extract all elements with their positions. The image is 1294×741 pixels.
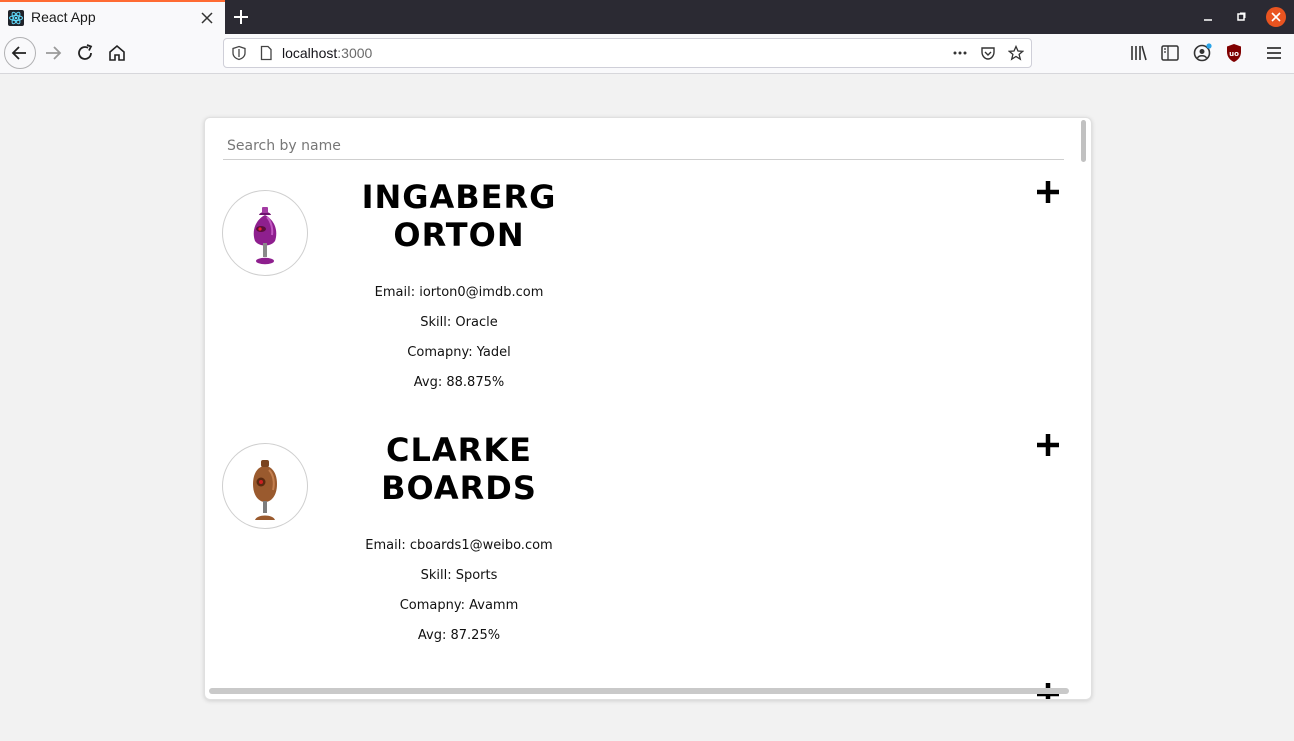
search-input[interactable] [223,132,1064,160]
restore-icon[interactable] [1233,9,1249,25]
back-button[interactable] [4,37,36,69]
student-details: Email: cboards1@weibo.com Skill: Sports … [345,531,573,651]
forward-arrow-icon[interactable] [41,41,65,65]
student-email: Email: cboards1@weibo.com [365,538,553,553]
student-email: Email: iorton0@imdb.com [374,285,544,300]
bookmark-star-icon[interactable] [1008,45,1024,61]
student-skill: Skill: Oracle [420,315,498,330]
close-window-button[interactable] [1266,7,1286,27]
expand-plus-icon[interactable] [1034,431,1062,459]
brown-robot-avatar-icon [253,460,277,520]
react-logo-icon [8,10,24,26]
page-icon[interactable] [258,45,274,61]
ublock-icon[interactable]: uo [1222,41,1246,65]
browser-tab[interactable]: React App [0,0,225,34]
home-icon[interactable] [105,41,129,65]
purple-robot-avatar-icon [253,207,277,265]
pocket-icon[interactable] [980,45,996,61]
page-actions-icon[interactable] [952,45,968,61]
vertical-scrollbar[interactable] [1081,120,1086,162]
tab-title: React App [31,9,96,25]
student-company: Comapny: Avamm [399,598,519,613]
student-company: Comapny: Yadel [407,345,511,360]
student-avatar [222,443,308,529]
svg-text:uo: uo [1229,50,1239,58]
student-average: Avg: 87.25% [417,628,501,643]
navigation-bar: localhost:3000 uo [0,34,1294,74]
close-window-icon [1271,12,1281,22]
horizontal-scrollbar[interactable] [209,688,1069,694]
student-info: INGABERG ORTON Email: iorton0@imdb.com Sk… [345,178,573,398]
close-tab-icon[interactable] [200,11,214,25]
expand-plus-icon[interactable] [1034,178,1062,206]
student-item: INGABERG ORTON Email: iorton0@imdb.com Sk… [205,178,1085,440]
student-item: CLARKE BOARDS Email: cboards1@weibo.com S… [205,431,1085,693]
sidebar-icon[interactable] [1158,41,1182,65]
menu-icon[interactable] [1262,41,1286,65]
shield-icon[interactable] [231,45,247,61]
student-name: CLARKE BOARDS [381,431,537,507]
tab-strip: React App [0,0,1294,34]
account-icon[interactable] [1190,41,1214,65]
student-average: Avg: 88.875% [413,375,505,390]
student-info: CLARKE BOARDS Email: cboards1@weibo.com S… [345,431,573,651]
url-bar[interactable]: localhost:3000 [223,38,1032,68]
student-skill: Skill: Sports [420,568,498,583]
minimize-icon[interactable] [1200,9,1216,25]
reload-icon[interactable] [73,41,97,65]
new-tab-icon[interactable] [231,7,251,27]
library-icon[interactable] [1127,41,1151,65]
url-text: localhost:3000 [282,45,373,61]
student-details: Email: iorton0@imdb.com Skill: Oracle Co… [345,278,573,398]
students-card: INGABERGORTON Email: iorton0@imdb.com Sk… [204,117,1092,700]
back-arrow-icon [11,46,26,60]
student-name: INGABERG ORTON [361,178,557,254]
student-avatar [222,190,308,276]
